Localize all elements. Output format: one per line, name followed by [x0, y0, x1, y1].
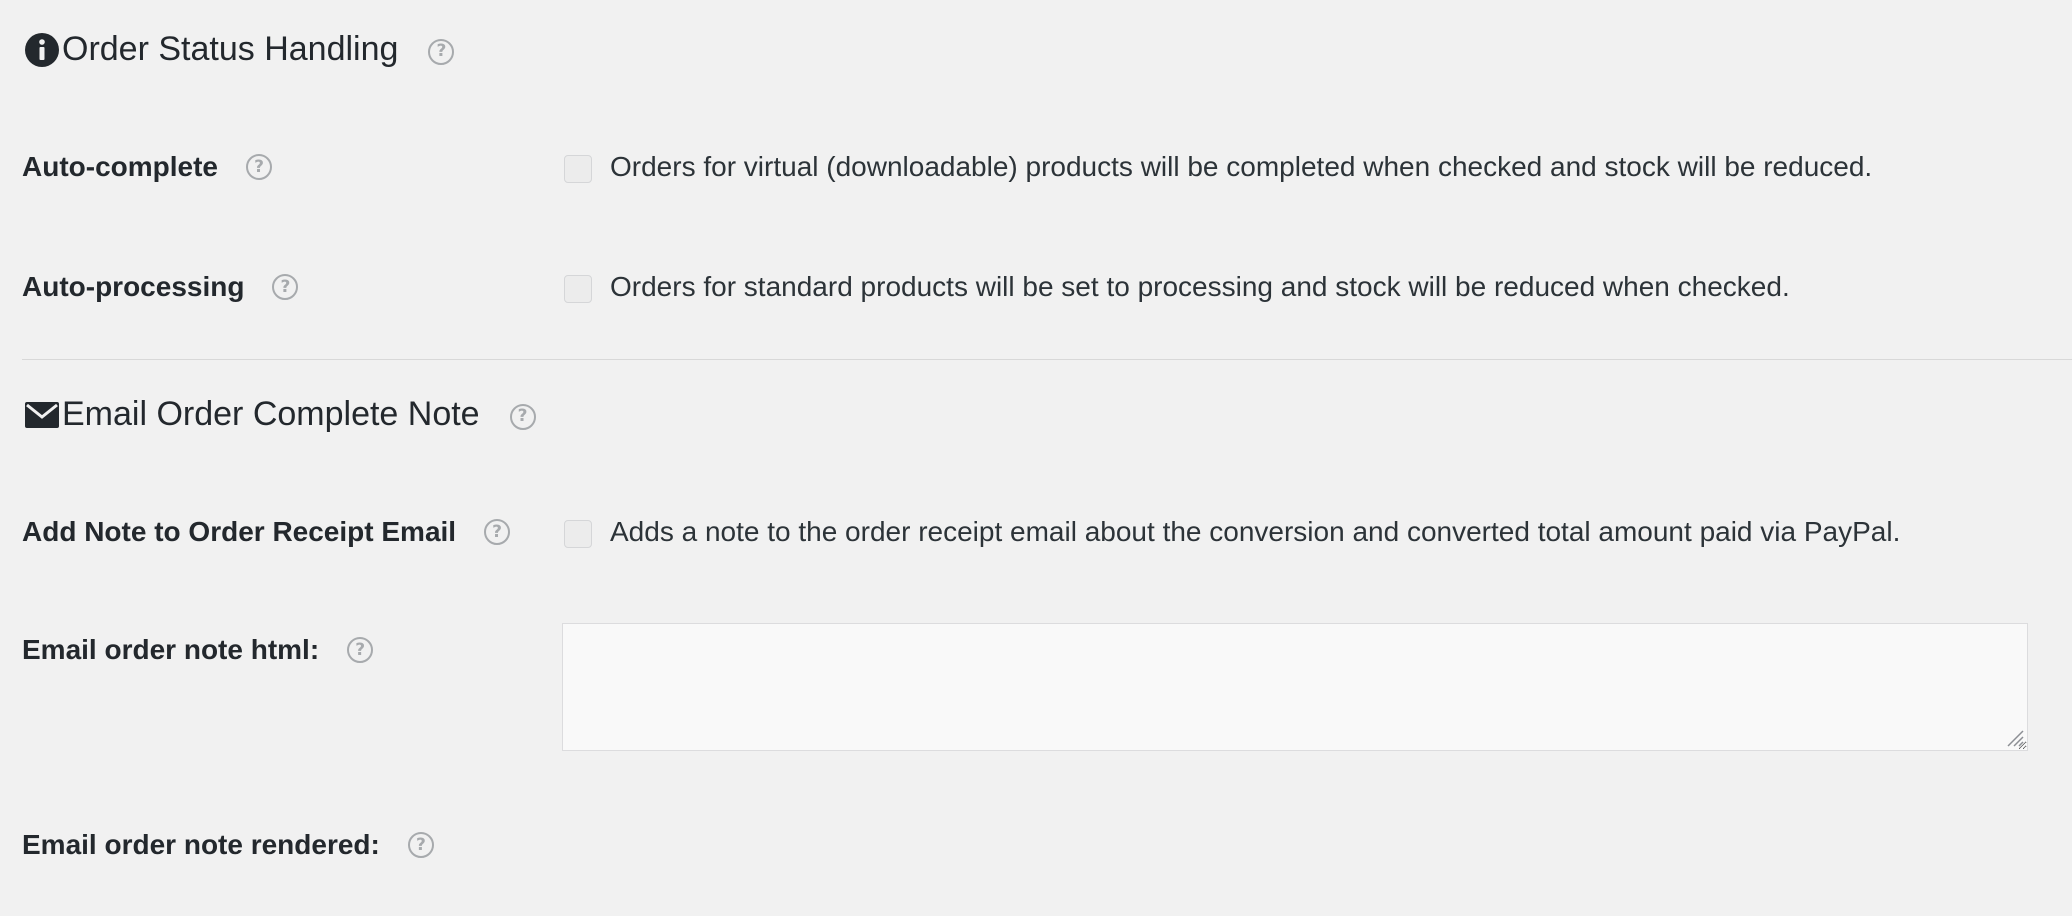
- section-title-text: Order Status Handling: [62, 30, 399, 68]
- row-label-text: Auto-complete: [22, 151, 218, 182]
- auto-processing-checkbox[interactable]: [564, 275, 592, 303]
- note-rendered-label: Email order note rendered: ?: [22, 829, 434, 861]
- section-divider: [22, 359, 2072, 360]
- help-icon[interactable]: ?: [347, 637, 374, 663]
- help-icon[interactable]: ?: [484, 519, 511, 545]
- row-label-text: Email order note html:: [22, 634, 320, 665]
- note-html-label: Email order note html: ?: [22, 634, 374, 666]
- add-note-checkbox[interactable]: [564, 520, 592, 548]
- help-icon[interactable]: ?: [407, 832, 434, 858]
- row-label-text: Auto-processing: [22, 271, 245, 302]
- help-icon[interactable]: ?: [509, 403, 536, 430]
- section-title-text: Email Order Complete Note: [62, 395, 480, 433]
- add-note-label: Add Note to Order Receipt Email ?: [22, 516, 511, 548]
- row-label-text: Add Note to Order Receipt Email: [22, 516, 457, 547]
- auto-processing-description: Orders for standard products will be set…: [610, 271, 1790, 302]
- auto-complete-label: Auto-complete ?: [22, 151, 272, 183]
- info-icon: [24, 32, 60, 68]
- help-icon[interactable]: ?: [428, 38, 455, 65]
- help-icon[interactable]: ?: [246, 154, 272, 180]
- section-title-email-note: Email Order Complete Note ?: [24, 395, 536, 434]
- auto-complete-checkbox[interactable]: [564, 155, 592, 183]
- note-html-textarea[interactable]: [562, 623, 2028, 751]
- row-label-text: Email order note rendered:: [22, 829, 380, 860]
- settings-page: Order Status Handling ? Auto-complete ? …: [0, 0, 2072, 916]
- resize-handle-icon[interactable]: [2004, 727, 2024, 747]
- envelope-icon: [24, 400, 60, 430]
- auto-processing-label: Auto-processing ?: [22, 271, 299, 303]
- add-note-description: Adds a note to the order receipt email a…: [610, 516, 1901, 547]
- help-icon[interactable]: ?: [272, 274, 299, 300]
- auto-complete-description: Orders for virtual (downloadable) produc…: [610, 151, 1873, 182]
- section-title-order-status: Order Status Handling ?: [24, 30, 455, 69]
